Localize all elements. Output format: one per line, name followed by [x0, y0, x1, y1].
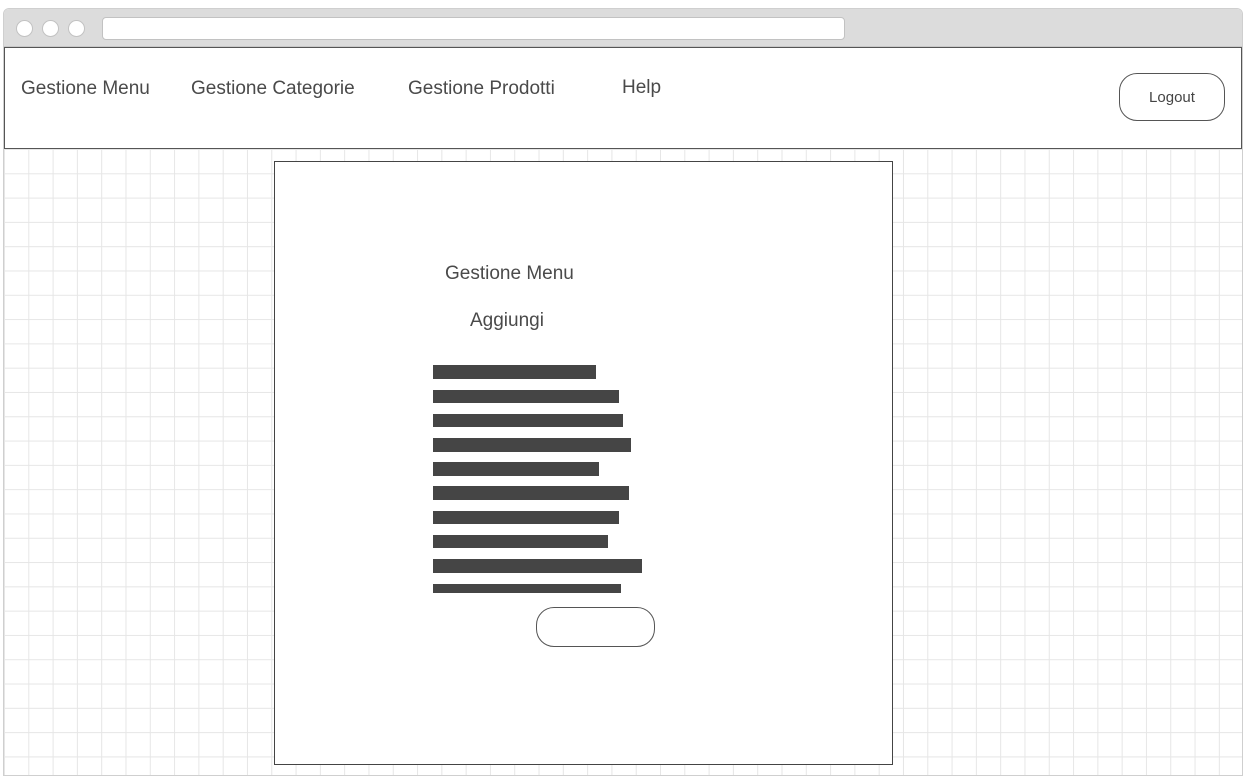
list-item-placeholder [433, 559, 642, 573]
list-item-placeholder [433, 535, 608, 548]
logout-button[interactable]: Logout [1119, 73, 1225, 121]
list-item-placeholder [433, 511, 619, 524]
browser-titlebar [4, 9, 1242, 47]
list-item-placeholder [433, 584, 621, 593]
list-item-placeholder [433, 486, 629, 500]
nav-gestione-prodotti[interactable]: Gestione Prodotti [408, 78, 555, 100]
panel-action-button[interactable] [536, 607, 655, 647]
main-panel: Gestione Menu Aggiungi [274, 161, 893, 765]
list-item-placeholder [433, 390, 619, 403]
window-close-icon[interactable] [16, 20, 33, 37]
list-item-placeholder [433, 438, 631, 452]
window-maximize-icon[interactable] [68, 20, 85, 37]
nav-gestione-menu[interactable]: Gestione Menu [21, 78, 150, 100]
window-minimize-icon[interactable] [42, 20, 59, 37]
panel-title: Gestione Menu [445, 263, 574, 284]
list-item-placeholder [433, 462, 599, 476]
list-item-placeholder [433, 414, 623, 427]
address-bar[interactable] [102, 17, 845, 40]
add-link[interactable]: Aggiungi [470, 310, 544, 332]
nav-help[interactable]: Help [622, 77, 661, 99]
top-navbar: Gestione Menu Gestione Categorie Gestion… [4, 47, 1242, 149]
nav-gestione-categorie[interactable]: Gestione Categorie [191, 78, 355, 100]
list-item-placeholder [433, 365, 596, 379]
